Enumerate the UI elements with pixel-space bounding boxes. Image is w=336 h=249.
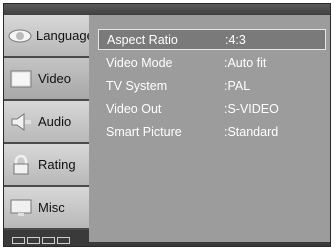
setting-name: Video Mode [106,55,173,70]
lock-icon [8,154,34,175]
sidebar-item-label: Audio [38,114,72,129]
sidebar-item-rating[interactable]: Rating [4,144,89,187]
setting-row-video-out[interactable]: Video Out :S-VIDEO [98,98,326,119]
page-indicator-dot [12,237,25,244]
category-sidebar: Language Video Audio Rating Misc [4,15,94,242]
setting-row-video-mode[interactable]: Video Mode :Auto fit [98,52,326,73]
setting-value: :S-VIDEO [224,101,279,116]
page-indicator-dot [27,237,40,244]
screen-icon [8,69,34,89]
settings-panel: Aspect Ratio :4:3 Video Mode :Auto fit T… [89,15,330,242]
setting-name: Video Out [106,101,162,116]
page-indicator [12,237,70,244]
sidebar-item-label: Misc [38,200,65,215]
page-indicator-dot [42,237,55,244]
setting-row-tv-system[interactable]: TV System :PAL [98,75,326,96]
setting-name: TV System [106,78,168,93]
setting-value: :Auto fit [224,55,267,70]
setting-row-smart-picture[interactable]: Smart Picture :Standard [98,121,326,142]
osd-menu-window: Language Video Audio Rating Misc Aspect … [3,3,331,247]
sidebar-item-misc[interactable]: Misc [4,187,89,230]
setting-row-aspect-ratio[interactable]: Aspect Ratio :4:3 [98,29,326,50]
speaker-icon [8,112,34,132]
sidebar-item-label: Rating [38,157,76,172]
sidebar-item-audio[interactable]: Audio [4,101,89,144]
setting-name: Aspect Ratio [107,32,178,47]
tv-icon [8,198,34,218]
setting-value: :Standard [224,124,279,139]
page-indicator-dot [57,237,70,244]
setting-value: :PAL [224,78,251,93]
setting-value: :4:3 [225,32,246,47]
sidebar-item-video[interactable]: Video [4,58,90,101]
eye-icon [8,26,32,46]
sidebar-item-label: Video [38,71,72,86]
menu-top-bar [4,4,330,15]
sidebar-item-label: Language [36,28,94,43]
setting-name: Smart Picture [106,124,182,139]
sidebar-item-language[interactable]: Language [4,15,94,58]
